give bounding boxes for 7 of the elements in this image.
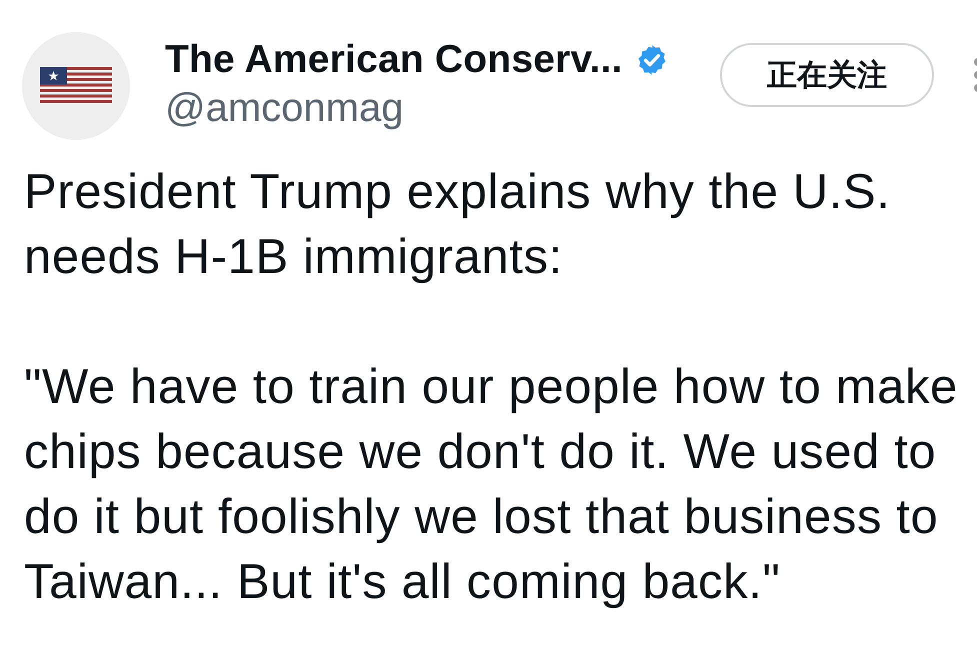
more-icon[interactable] — [973, 58, 977, 92]
flag-drawing — [40, 67, 112, 105]
post-text: "We have to train our people how to make chips because we don't do it. We used to do it but foolishly we lost that business to Taiwan... But it's all coming back." — [24, 359, 959, 611]
post-text: President Trump explains why the U.S. needs H-1B immigrants: — [24, 164, 892, 286]
account-handle[interactable]: @amconmag — [165, 84, 404, 132]
following-button[interactable]: 正在关注 — [720, 43, 934, 107]
account-name[interactable]: The American Conserv... — [165, 38, 623, 82]
